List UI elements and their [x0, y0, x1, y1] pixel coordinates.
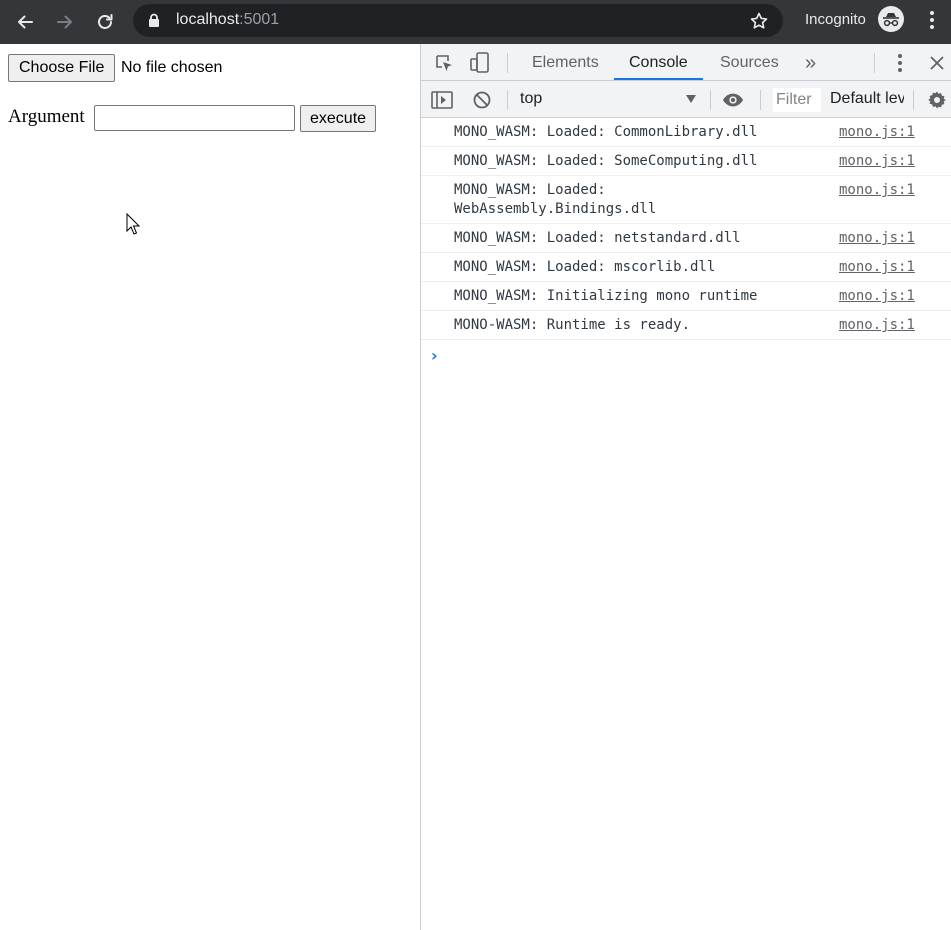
toolbar-divider — [507, 90, 508, 110]
console-prompt[interactable]: › — [421, 340, 951, 370]
argument-label: Argument — [8, 106, 85, 127]
arrow-left-icon — [18, 15, 33, 29]
incognito-icon[interactable] — [878, 6, 904, 32]
log-message: MONO_WASM: Loaded: WebAssembly.Bindings.… — [454, 182, 657, 217]
devtools-menu-icon[interactable] — [889, 52, 911, 74]
eye-icon[interactable] — [722, 89, 744, 111]
log-source-link[interactable]: mono.js:1 — [839, 316, 915, 335]
lock-icon — [149, 13, 159, 27]
url-host: localhost — [176, 11, 240, 28]
arrow-right-icon — [57, 15, 72, 29]
log-source-link[interactable]: mono.js:1 — [839, 123, 915, 142]
star-icon[interactable] — [749, 11, 769, 31]
back-button[interactable] — [10, 7, 40, 37]
browser-menu-icon[interactable] — [923, 8, 941, 34]
log-levels-select[interactable]: Default levels — [830, 90, 904, 108]
browser-toolbar: localhost:5001 Incognito — [0, 0, 951, 44]
execute-button[interactable]: execute — [300, 105, 377, 132]
console-log-row: MONO_WASM: Loaded: netstandard.dll mono.… — [421, 224, 951, 253]
toolbar-divider — [874, 53, 875, 73]
log-source-link[interactable]: mono.js:1 — [839, 181, 915, 200]
console-log-row: MONO_WASM: Loaded: mscorlib.dll mono.js:… — [421, 253, 951, 282]
log-message: MONO_WASM: Loaded: CommonLibrary.dll — [454, 124, 758, 140]
tab-console[interactable]: Console — [614, 44, 703, 80]
log-message: MONO_WASM: Loaded: SomeComputing.dll — [454, 153, 758, 169]
console-log-row: MONO_WASM: Initializing mono runtime mon… — [421, 282, 951, 311]
choose-file-button[interactable]: Choose File — [8, 54, 116, 82]
log-source-link[interactable]: mono.js:1 — [839, 229, 915, 248]
log-message: MONO-WASM: Runtime is ready. — [454, 317, 691, 333]
url-text: localhost:5001 — [176, 11, 279, 29]
incognito-label: Incognito — [805, 11, 866, 28]
address-bar[interactable]: localhost:5001 — [133, 4, 783, 37]
mouse-cursor-icon — [126, 213, 140, 235]
web-page: Choose File No file chosen Argument exec… — [0, 44, 420, 930]
console-log-row: MONO_WASM: Loaded: CommonLibrary.dll mon… — [421, 118, 951, 147]
log-message: MONO_WASM: Loaded: netstandard.dll — [454, 230, 741, 246]
log-source-link[interactable]: mono.js:1 — [839, 258, 915, 277]
toolbar-divider — [913, 90, 914, 110]
prompt-chevron-icon: › — [431, 346, 438, 365]
more-tabs-button[interactable]: » — [805, 44, 816, 80]
tab-elements[interactable]: Elements — [532, 44, 599, 80]
devtools-panel: Elements Console Sources » top Filter De… — [420, 44, 951, 930]
toolbar-divider — [507, 53, 508, 73]
url-port: :5001 — [239, 11, 280, 28]
console-output: MONO_WASM: Loaded: CommonLibrary.dll mon… — [421, 118, 951, 370]
context-select[interactable]: top — [520, 90, 542, 108]
toolbar-divider — [760, 90, 761, 110]
console-log-row: MONO-WASM: Runtime is ready. mono.js:1 — [421, 311, 951, 340]
inspect-element-icon[interactable] — [433, 52, 455, 74]
sidebar-toggle-icon[interactable] — [431, 89, 453, 111]
incognito-glyph — [883, 13, 899, 27]
chevron-down-icon[interactable] — [686, 95, 696, 103]
devtools-tabbar: Elements Console Sources » — [421, 44, 951, 81]
console-log-row: MONO_WASM: Loaded: WebAssembly.Bindings.… — [421, 176, 951, 224]
filter-input[interactable]: Filter — [773, 88, 821, 112]
close-icon[interactable] — [926, 52, 948, 74]
console-toolbar: top Filter Default levels — [421, 81, 951, 118]
reload-icon — [98, 14, 113, 29]
tab-sources[interactable]: Sources — [720, 44, 779, 80]
log-message: MONO_WASM: Initializing mono runtime — [454, 288, 758, 304]
console-log-row: MONO_WASM: Loaded: SomeComputing.dll mon… — [421, 147, 951, 176]
file-status: No file chosen — [121, 59, 223, 76]
clear-console-icon[interactable] — [471, 89, 493, 111]
reload-button[interactable] — [90, 7, 120, 37]
gear-icon[interactable] — [926, 89, 948, 111]
device-toggle-icon[interactable] — [469, 52, 491, 74]
log-source-link[interactable]: mono.js:1 — [839, 152, 915, 171]
log-message: MONO_WASM: Loaded: mscorlib.dll — [454, 259, 716, 275]
argument-input[interactable] — [94, 105, 295, 131]
forward-button[interactable] — [50, 7, 80, 37]
log-source-link[interactable]: mono.js:1 — [839, 287, 915, 306]
toolbar-divider — [710, 90, 711, 110]
